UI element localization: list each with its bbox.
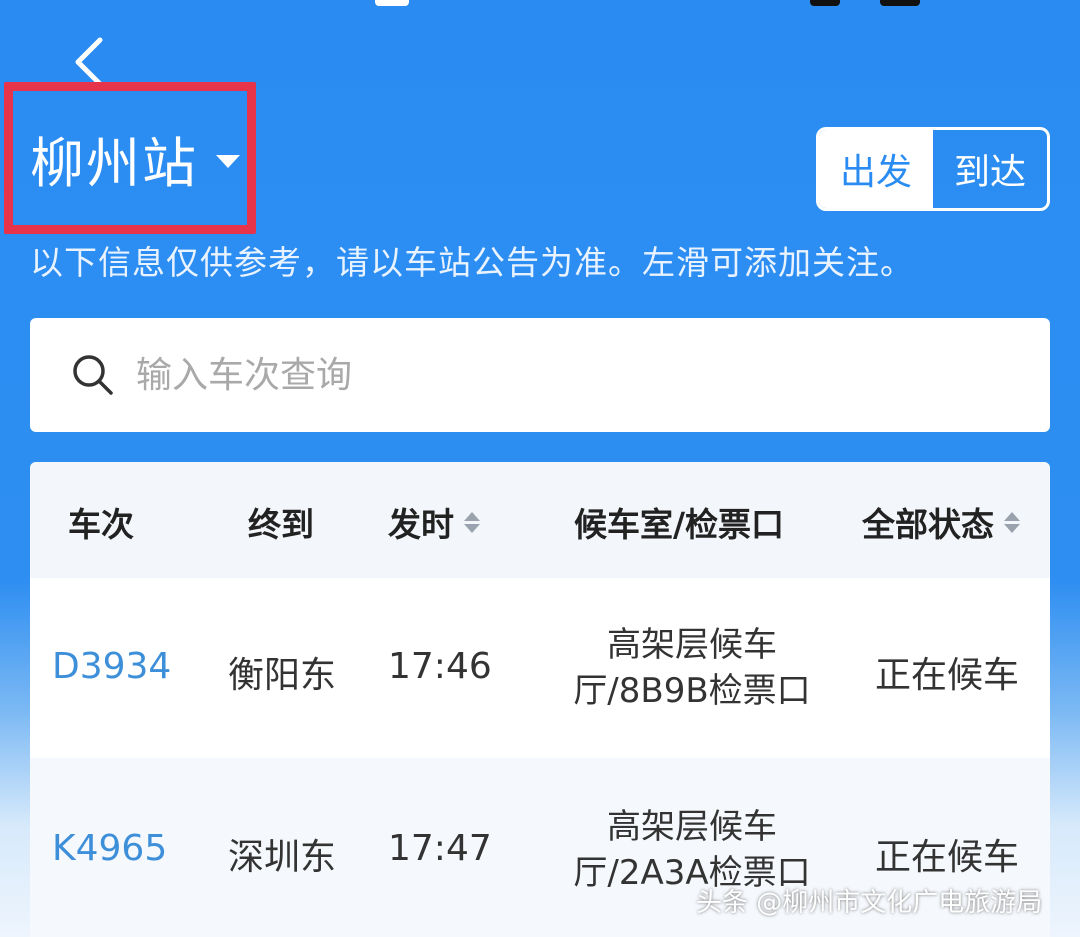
header-train: 车次 — [68, 505, 134, 544]
search-icon — [73, 355, 113, 395]
terminal-station: 衡阳东 — [228, 655, 337, 696]
depart-time: 17:47 — [388, 828, 492, 869]
train-status: 正在候车 — [875, 837, 1020, 878]
depart-arrive-toggle[interactable]: 出发 到达 — [816, 127, 1050, 211]
header-hall: 候车室/检票口 — [574, 505, 785, 544]
train-number[interactable]: D3934 — [52, 646, 171, 687]
depart-tab[interactable]: 出发 — [819, 130, 933, 208]
table-row[interactable]: D3934 衡阳东 17:46 高架层候车 厅/8B9B检票口 正在候车 — [30, 578, 1050, 758]
search-input[interactable] — [134, 353, 938, 397]
depart-time: 17:46 — [388, 646, 492, 687]
header-terminal: 终到 — [248, 505, 314, 544]
waiting-hall-line2: 厅/8B9B检票口 — [573, 671, 811, 711]
sort-icon — [464, 511, 480, 533]
search-bar[interactable] — [30, 318, 1050, 432]
sort-icon — [1004, 511, 1020, 533]
header-status-label: 全部状态 — [862, 505, 994, 544]
waiting-hall-line1: 高架层候车 — [607, 625, 777, 665]
table-header: 车次 终到 发时 候车室/检票口 全部状态 — [30, 462, 1050, 578]
train-table: 车次 终到 发时 候车室/检票口 全部状态 D3934 衡阳东 17:46 高架… — [30, 462, 1050, 937]
status-bar — [0, 0, 1080, 8]
header-time-sort[interactable]: 发时 — [388, 498, 480, 546]
header-time-label: 发时 — [388, 505, 454, 544]
status-indicator-icon — [375, 0, 409, 6]
terminal-station: 深圳东 — [228, 837, 337, 878]
train-number[interactable]: K4965 — [52, 828, 167, 869]
notice-text: 以下信息仅供参考，请以车站公告为准。左滑可添加关注。 — [30, 243, 914, 282]
highlight-box — [4, 82, 256, 234]
header-status-filter[interactable]: 全部状态 — [862, 498, 1020, 546]
waiting-hall: 高架层候车 厅/8B9B检票口 — [552, 622, 832, 714]
arrive-tab[interactable]: 到达 — [933, 130, 1047, 208]
watermark: 头条 @柳州市文化广电旅游局 — [696, 888, 1043, 918]
signal-strength-icon — [880, 0, 920, 6]
signal-icon — [810, 0, 840, 6]
waiting-hall-line1: 高架层候车 — [607, 807, 777, 847]
chevron-left-icon — [75, 37, 103, 87]
train-status: 正在候车 — [875, 655, 1020, 696]
